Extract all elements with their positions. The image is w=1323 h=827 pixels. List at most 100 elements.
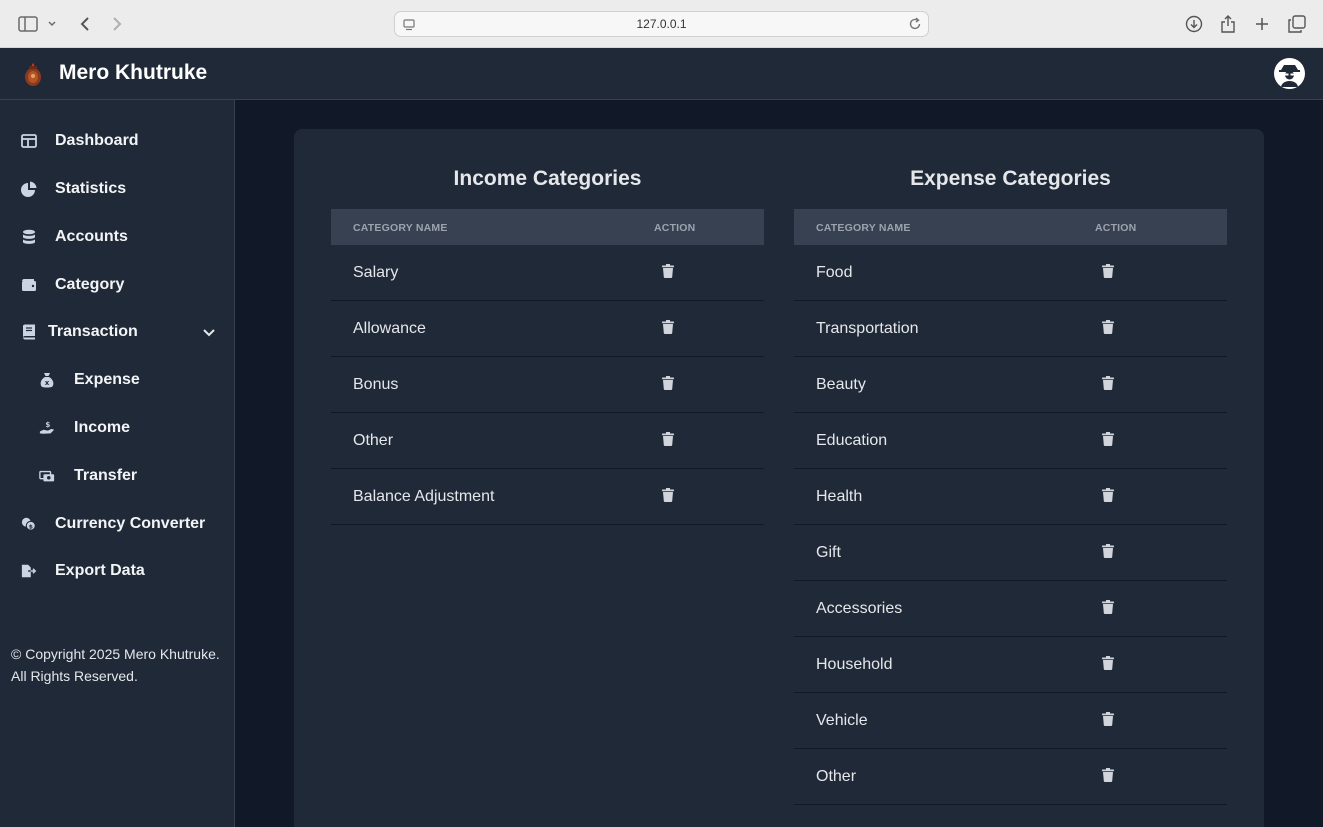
table-row: Gift [794, 525, 1227, 581]
table-row: Bonus [331, 357, 764, 413]
column-header-action: ACTION [1095, 222, 1137, 234]
trash-icon[interactable] [662, 320, 676, 336]
sidebar-item-currency-converter[interactable]: $ Currency Converter [0, 504, 234, 544]
category-name: Accessories [816, 600, 903, 617]
svg-text:$: $ [29, 523, 33, 530]
sidebar-item-label: Income [74, 419, 131, 436]
category-name: Gift [816, 544, 841, 561]
svg-text:$: $ [45, 420, 50, 429]
column-header-category-name: CATEGORY NAME [816, 222, 911, 234]
browser-toolbar: 127.0.0.1 [0, 0, 1323, 48]
trash-icon[interactable] [662, 488, 676, 504]
trash-icon[interactable] [662, 264, 676, 280]
main-content: Income Categories CATEGORY NAME ACTION S… [235, 100, 1323, 827]
category-name: Salary [353, 264, 399, 281]
trash-icon[interactable] [1102, 656, 1116, 672]
pie-chart-icon [21, 181, 37, 197]
income-table-header: CATEGORY NAME ACTION [331, 209, 764, 245]
sidebar-item-income[interactable]: $ Income [0, 408, 234, 448]
category-name: Vehicle [816, 712, 868, 729]
table-row: Food [794, 245, 1227, 301]
table-row: Vehicle [794, 693, 1227, 749]
categories-card: Income Categories CATEGORY NAME ACTION S… [294, 129, 1264, 827]
logo-icon [22, 61, 44, 87]
sidebar-item-label: Transaction [48, 323, 138, 340]
sidebar-item-transfer[interactable]: Transfer [0, 456, 234, 496]
file-export-icon [21, 563, 37, 579]
sidebar-item-expense[interactable]: x Expense [0, 360, 234, 400]
sidebar-item-dashboard[interactable]: Dashboard [0, 121, 234, 161]
category-name: Bonus [353, 376, 399, 393]
table-row: Accessories [794, 581, 1227, 637]
chevron-down-icon[interactable] [202, 325, 216, 343]
category-name: Allowance [353, 320, 426, 337]
sidebar-toggle-icon[interactable] [16, 12, 40, 36]
sidebar-item-statistics[interactable]: Statistics [0, 169, 234, 209]
sidebar-item-export-data[interactable]: Export Data [0, 551, 234, 591]
book-icon [21, 324, 37, 340]
wallet-icon [21, 277, 37, 293]
category-name: Food [816, 264, 853, 281]
table-row: Beauty [794, 357, 1227, 413]
table-row: Other [794, 749, 1227, 805]
expense-title: Expense Categories [910, 167, 1111, 190]
trash-icon[interactable] [1102, 376, 1116, 392]
sidebar-item-label: Statistics [55, 180, 127, 197]
sidebar: Dashboard Statistics Accounts Category T… [0, 100, 235, 827]
avatar[interactable] [1274, 58, 1305, 89]
url-text: 127.0.0.1 [636, 17, 687, 31]
sidebar-item-label: Export Data [55, 562, 145, 579]
sidebar-item-transaction[interactable]: Transaction [0, 312, 234, 352]
category-name: Transportation [816, 320, 919, 337]
trash-icon[interactable] [1102, 432, 1116, 448]
trash-icon[interactable] [662, 432, 676, 448]
table-row: Transportation [794, 301, 1227, 357]
database-icon [21, 229, 37, 245]
back-icon[interactable] [73, 12, 97, 36]
sidebar-item-accounts[interactable]: Accounts [0, 217, 234, 257]
column-header-category-name: CATEGORY NAME [353, 222, 448, 234]
sidebar-item-label: Dashboard [55, 132, 139, 149]
svg-text:x: x [45, 379, 50, 387]
dashboard-icon [21, 133, 37, 149]
category-name: Other [353, 432, 394, 449]
money-bag-icon: x [39, 372, 55, 388]
category-name: Household [816, 656, 893, 673]
share-icon[interactable] [1216, 12, 1240, 36]
table-row: Salary [331, 245, 764, 301]
money-transfer-icon [39, 468, 55, 484]
chevron-down-icon[interactable] [42, 12, 62, 36]
income-title: Income Categories [453, 167, 642, 190]
trash-icon[interactable] [1102, 544, 1116, 560]
category-name: Beauty [816, 376, 866, 393]
sidebar-item-category[interactable]: Category [0, 265, 234, 305]
table-row: Education [794, 413, 1227, 469]
new-tab-icon[interactable] [1250, 12, 1274, 36]
coins-icon: $ [21, 516, 37, 532]
trash-icon[interactable] [662, 376, 676, 392]
category-name: Health [816, 488, 863, 505]
category-name: Other [816, 768, 857, 785]
forward-icon[interactable] [105, 12, 129, 36]
trash-icon[interactable] [1102, 320, 1116, 336]
expense-table-header: CATEGORY NAME ACTION [794, 209, 1227, 245]
sidebar-item-label: Currency Converter [55, 515, 206, 532]
trash-icon[interactable] [1102, 264, 1116, 280]
hand-dollar-icon: $ [39, 420, 55, 436]
trash-icon[interactable] [1102, 488, 1116, 504]
category-name: Education [816, 432, 888, 449]
table-row: Health [794, 469, 1227, 525]
trash-icon[interactable] [1102, 600, 1116, 616]
table-row: Allowance [331, 301, 764, 357]
app-header: Mero Khutruke [0, 48, 1323, 100]
sidebar-item-label: Transfer [74, 467, 138, 484]
tab-overview-icon[interactable] [1285, 12, 1309, 36]
sidebar-item-label: Accounts [55, 228, 128, 245]
download-icon[interactable] [1182, 12, 1206, 36]
trash-icon[interactable] [1102, 768, 1116, 784]
trash-icon[interactable] [1102, 712, 1116, 728]
address-bar[interactable]: 127.0.0.1 [394, 11, 929, 37]
app-brand[interactable]: Mero Khutruke [59, 61, 207, 85]
reload-icon[interactable] [909, 17, 922, 36]
table-row: Other [331, 413, 764, 469]
